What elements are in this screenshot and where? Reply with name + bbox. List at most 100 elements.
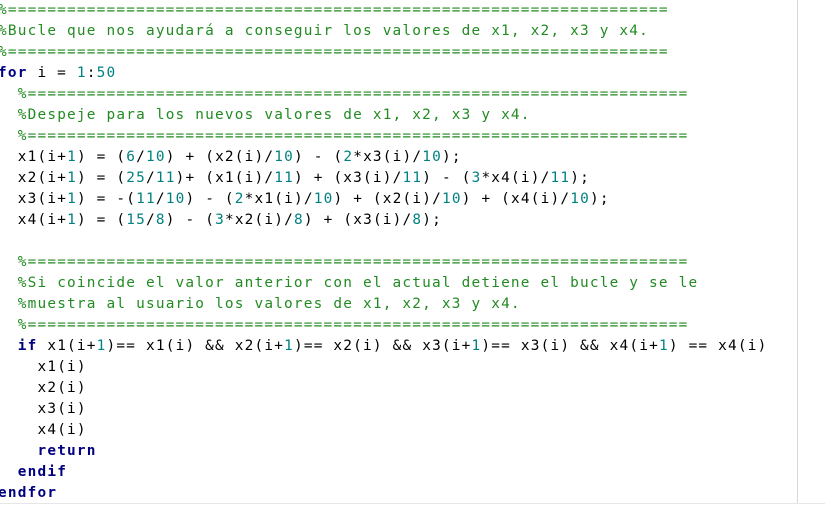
code-line[interactable]: endif [0,462,67,483]
code-editor[interactable]: %=======================================… [0,0,825,511]
number-token: 10 [570,191,590,207]
code-token: i = [27,65,77,81]
keyword-token: endfor [0,485,58,501]
code-token: ) - ( [294,149,344,165]
code-token: x2(i+ [17,170,68,186]
code-token: ) + (x4(i)/ [461,191,571,207]
code-line[interactable]: x2(i+1) = (25/11)+ (x1(i)/11) + (x3(i)/1… [0,168,590,189]
comment-token: %Si coincide el valor anterior con el ac… [17,275,699,291]
number-token: 8 [155,212,166,228]
comment-token: %=======================================… [0,44,669,60]
code-line[interactable]: x1(i+1) = (6/10) + (x2(i)/10) - (2*x3(i)… [0,147,462,168]
editor-bottom-edge [0,503,825,511]
code-line[interactable]: %=======================================… [0,84,688,105]
number-token: 3 [215,212,225,228]
number-token: 10 [165,191,186,207]
code-line[interactable]: x3(i) [0,399,87,420]
keyword-token: endif [17,464,68,480]
code-line[interactable]: %=======================================… [0,42,669,63]
number-token: 11 [402,170,423,186]
number-token: 10 [274,149,294,165]
number-token: 11 [136,191,156,207]
code-token: ) = ( [76,149,127,165]
code-line[interactable]: %=======================================… [0,126,688,147]
number-token: 10 [146,149,166,165]
code-token: ) - ( [422,170,472,186]
code-line[interactable]: x3(i+1) = -(11/10) - (2*x1(i)/10) + (x2(… [0,189,610,210]
comment-token: %=======================================… [17,317,689,333]
code-token: ) = -( [76,191,137,207]
number-token: 1 [76,65,87,81]
comment-token: %=======================================… [17,254,689,270]
number-token: 25 [126,170,146,186]
code-line[interactable]: %Despeje para los nuevos valores de x1, … [0,105,531,126]
code-line[interactable]: endfor [0,483,57,504]
code-token: )+ (x1(i)/ [175,170,275,186]
code-line[interactable]: x4(i+1) = (15/8) - (3*x2(i)/8) + (x3(i)/… [0,210,442,231]
code-line[interactable]: %=======================================… [0,315,688,336]
code-token: ) = ( [76,170,127,186]
number-token: 11 [550,170,571,186]
code-token: ); [589,191,610,207]
code-token: / [155,191,166,207]
number-token: 10 [422,149,442,165]
comment-token: %muestra al usuario los valores de x1, x… [17,296,521,312]
code-line[interactable]: return [0,441,97,462]
comment-token: %=======================================… [17,86,689,102]
edge-column-marker [797,0,798,511]
number-token: 1 [67,191,77,207]
number-token: 10 [313,191,334,207]
code-token: ) + (x3(i)/ [303,212,413,228]
code-line[interactable]: x4(i) [0,420,87,441]
code-token: x4(i) [37,422,87,438]
number-token: 8 [294,212,304,228]
comment-token: %=======================================… [17,128,689,144]
code-line[interactable]: %Si coincide el valor anterior con el ac… [0,273,698,294]
code-line[interactable]: x1(i) [0,357,87,378]
code-line[interactable]: for i = 1:50 [0,63,116,84]
code-token: *x4(i)/ [481,170,551,186]
code-token: )== x2(i) && x3(i+ [293,338,472,354]
code-line[interactable]: %muestra al usuario los valores de x1, x… [0,294,521,315]
code-token: x1(i) [37,359,87,375]
code-token: ) - ( [185,191,235,207]
code-token: x3(i+ [17,191,68,207]
code-token: / [146,170,156,186]
code-line[interactable]: %=======================================… [0,0,669,21]
code-token: x4(i+ [17,212,68,228]
code-token: / [146,212,156,228]
number-token: 1 [96,338,107,354]
code-token: )== x1(i) && x2(i+ [106,338,285,354]
number-token: 3 [471,170,482,186]
number-token: 1 [284,338,294,354]
comment-token: %=======================================… [0,2,669,18]
keyword-token: if [17,338,38,354]
code-token: ); [442,149,462,165]
code-line[interactable]: x2(i) [0,378,87,399]
number-token: 10 [441,191,462,207]
code-line[interactable]: if x1(i+1)== x1(i) && x2(i+1)== x2(i) &&… [0,336,767,357]
number-token: 8 [412,212,423,228]
code-token: ) == x4(i) [668,338,768,354]
code-token: ) = ( [76,212,127,228]
code-token: x1(i+ [17,149,68,165]
code-token: x3(i) [37,401,87,417]
code-token: ) + (x2(i)/ [165,149,275,165]
code-token: ) + (x2(i)/ [333,191,442,207]
number-token: 15 [126,212,146,228]
keyword-token: return [37,443,97,459]
code-line[interactable]: %=======================================… [0,252,688,273]
code-line[interactable]: %Bucle que nos ayudará a conseguir los v… [0,21,649,42]
